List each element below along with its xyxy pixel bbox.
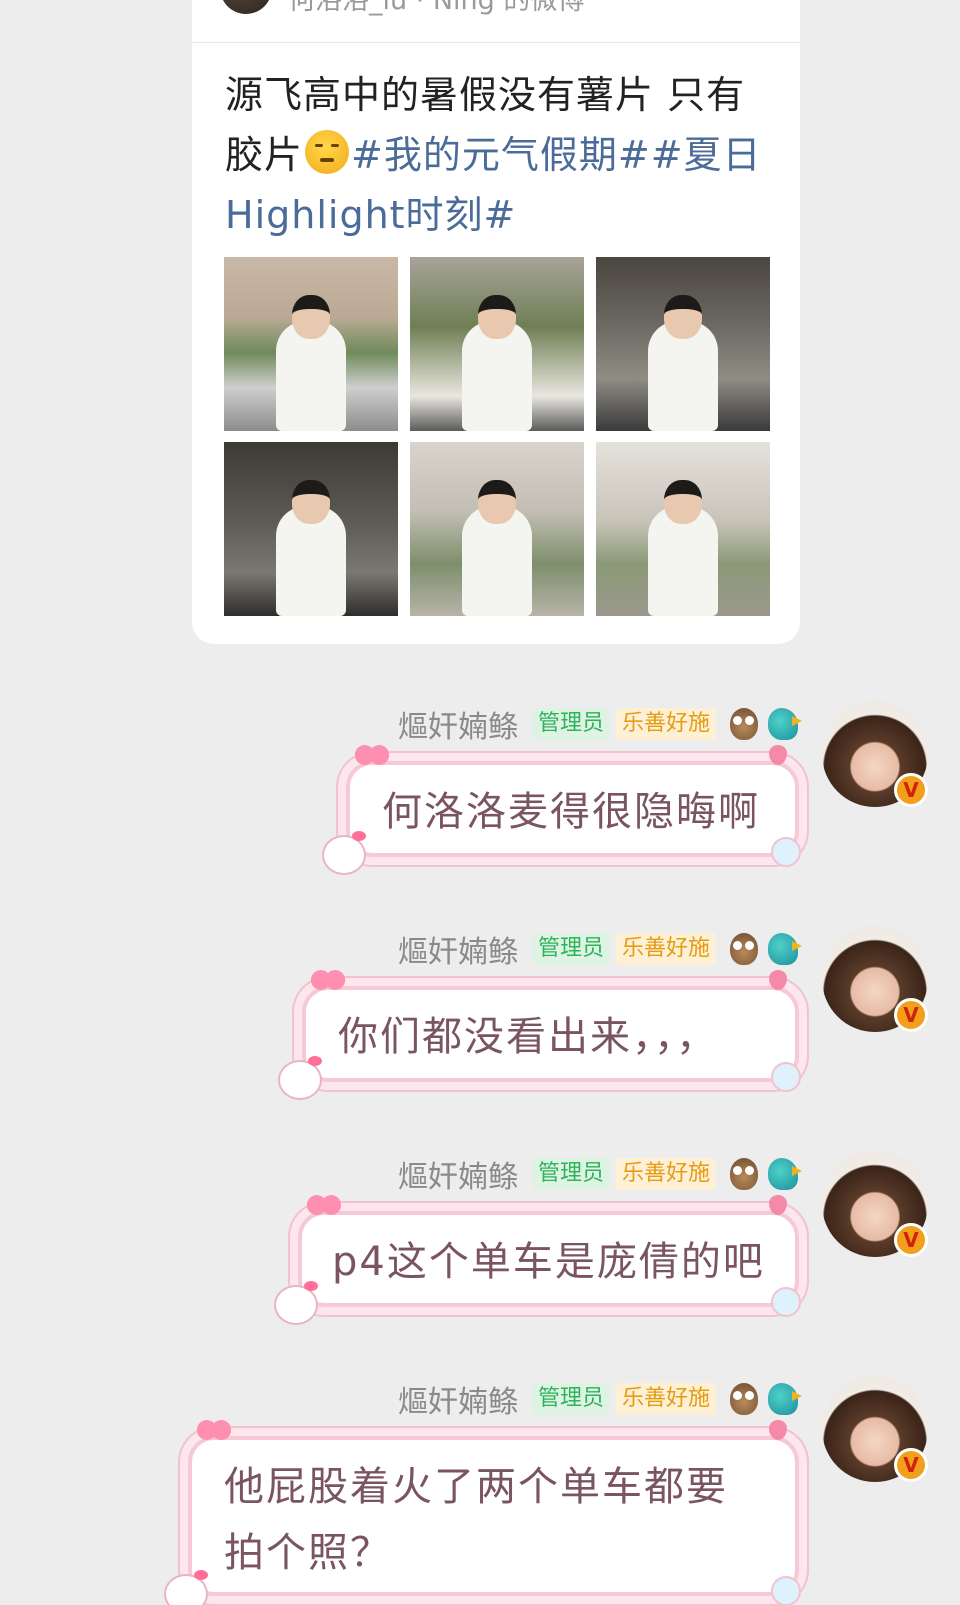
photo-subject-head bbox=[478, 295, 516, 340]
donor-badge: 乐善好施 bbox=[615, 933, 716, 965]
sender-name[interactable]: 熰奸婻鲦 bbox=[398, 702, 518, 746]
kitty-decoration-icon bbox=[322, 831, 366, 875]
vip-badge-icon: V bbox=[894, 998, 928, 1032]
admin-badge: 管理员 bbox=[531, 1383, 610, 1415]
bird-icon bbox=[768, 933, 802, 965]
chat-message: 熰奸婻鲦 管理员 乐善好施 V p4这个单车是庞倩的吧 bbox=[0, 1151, 960, 1346]
photo-thumbnail[interactable] bbox=[410, 257, 584, 431]
photo-thumbnail[interactable] bbox=[224, 442, 398, 616]
thinking-face-emoji-icon bbox=[305, 130, 350, 174]
heart-decoration-icon bbox=[771, 1062, 801, 1092]
avatar[interactable]: V bbox=[822, 1151, 928, 1257]
bird-icon bbox=[768, 1158, 802, 1190]
bow-decoration-icon bbox=[354, 743, 390, 767]
photo-thumbnail[interactable] bbox=[596, 442, 770, 616]
chat-message: 熰奸婻鲦 管理员 乐善好施 V 你们都没看出来，，， bbox=[0, 926, 960, 1121]
strawberry-decoration-icon bbox=[769, 745, 787, 765]
owl-icon bbox=[730, 1383, 758, 1415]
sender-name[interactable]: 熰奸婻鲦 bbox=[398, 1152, 518, 1196]
avatar[interactable]: V bbox=[822, 701, 928, 807]
owl-icon bbox=[730, 933, 758, 965]
sender-name[interactable]: 熰奸婻鲦 bbox=[398, 1377, 518, 1421]
shared-post-header: 何洛洛_iu · Ning 的微博 bbox=[192, 0, 800, 43]
bird-icon bbox=[768, 708, 802, 740]
donor-badge: 乐善好施 bbox=[615, 1158, 716, 1190]
photo-subject-head bbox=[478, 480, 516, 525]
heart-decoration-icon bbox=[771, 1287, 801, 1317]
vip-badge-icon: V bbox=[894, 1448, 928, 1482]
vip-badge-icon: V bbox=[894, 1223, 928, 1257]
sender-row: 熰奸婻鲦 管理员 乐善好施 bbox=[398, 1381, 802, 1420]
chat-message: 熰奸婻鲦 管理员 乐善好施 V 他屁股着火了两个单车都要 拍个照？ bbox=[0, 1376, 960, 1605]
message-bubble[interactable]: p4这个单车是庞倩的吧 bbox=[274, 1193, 801, 1325]
photo-grid bbox=[224, 257, 770, 616]
shared-post-source: 何洛洛_iu · Ning 的微博 bbox=[288, 0, 585, 16]
message-text-line: 他屁股着火了两个单车都要 bbox=[224, 1464, 728, 1510]
photo-thumbnail[interactable] bbox=[410, 442, 584, 616]
heart-decoration-icon bbox=[771, 1576, 801, 1605]
avatar[interactable]: V bbox=[822, 1376, 928, 1482]
photo-thumbnail[interactable] bbox=[596, 257, 770, 431]
kitty-decoration-icon bbox=[274, 1281, 318, 1325]
message-bubble[interactable]: 你们都没看出来，，， bbox=[278, 968, 801, 1100]
strawberry-decoration-icon bbox=[769, 970, 787, 990]
admin-badge: 管理员 bbox=[531, 933, 610, 965]
bow-decoration-icon bbox=[196, 1418, 232, 1442]
owl-icon bbox=[730, 708, 758, 740]
vip-badge-icon: V bbox=[894, 773, 928, 807]
message-bubble[interactable]: 他屁股着火了两个单车都要 拍个照？ bbox=[164, 1418, 801, 1605]
sender-row: 熰奸婻鲦 管理员 乐善好施 bbox=[398, 706, 802, 745]
topic-link[interactable]: #我的元气假期# bbox=[351, 133, 651, 177]
shared-post-text: 源飞高中的暑假没有薯片 只有胶片 #我的元气假期##夏日Highlight时刻# bbox=[225, 65, 777, 245]
strawberry-decoration-icon bbox=[769, 1195, 787, 1215]
photo-subject-head bbox=[664, 295, 702, 340]
bird-icon bbox=[768, 1383, 802, 1415]
donor-badge: 乐善好施 bbox=[615, 1383, 716, 1415]
sender-name[interactable]: 熰奸婻鲦 bbox=[398, 927, 518, 971]
kitty-decoration-icon bbox=[278, 1056, 322, 1100]
heart-decoration-icon bbox=[771, 837, 801, 867]
shared-post-card[interactable]: 何洛洛_iu · Ning 的微博 源飞高中的暑假没有薯片 只有胶片 #我的元气假… bbox=[192, 0, 800, 644]
shared-post-avatar[interactable] bbox=[220, 0, 272, 14]
message-text: p4这个单车是庞倩的吧 bbox=[332, 1239, 765, 1285]
admin-badge: 管理员 bbox=[531, 1158, 610, 1190]
chat-message: 熰奸婻鲦 管理员 乐善好施 V 何洛洛麦得很隐晦啊 bbox=[0, 701, 960, 896]
admin-badge: 管理员 bbox=[531, 708, 610, 740]
bow-decoration-icon bbox=[306, 1193, 342, 1217]
photo-thumbnail[interactable] bbox=[224, 257, 398, 431]
owl-icon bbox=[730, 1158, 758, 1190]
sender-row: 熰奸婻鲦 管理员 乐善好施 bbox=[398, 931, 802, 970]
message-text-line: 拍个照？ bbox=[224, 1530, 392, 1576]
photo-subject-head bbox=[292, 295, 330, 340]
bow-decoration-icon bbox=[310, 968, 346, 992]
strawberry-decoration-icon bbox=[769, 1420, 787, 1440]
photo-subject-head bbox=[292, 480, 330, 525]
kitty-decoration-icon bbox=[164, 1570, 208, 1605]
message-bubble[interactable]: 何洛洛麦得很隐晦啊 bbox=[322, 743, 801, 875]
sender-row: 熰奸婻鲦 管理员 乐善好施 bbox=[398, 1156, 802, 1195]
message-text: 你们都没看出来，，， bbox=[338, 1014, 718, 1060]
message-text: 何洛洛麦得很隐晦啊 bbox=[382, 789, 760, 835]
donor-badge: 乐善好施 bbox=[615, 708, 716, 740]
avatar[interactable]: V bbox=[822, 926, 928, 1032]
photo-subject-head bbox=[664, 480, 702, 525]
